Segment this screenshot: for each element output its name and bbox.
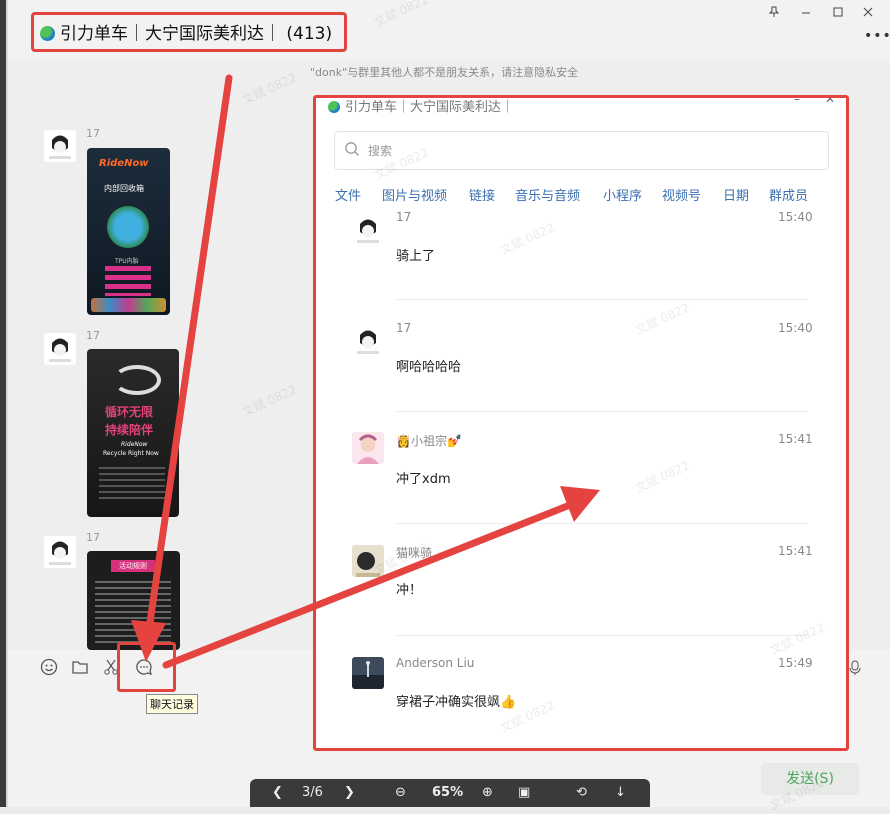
annotation-arrows — [131, 74, 600, 669]
